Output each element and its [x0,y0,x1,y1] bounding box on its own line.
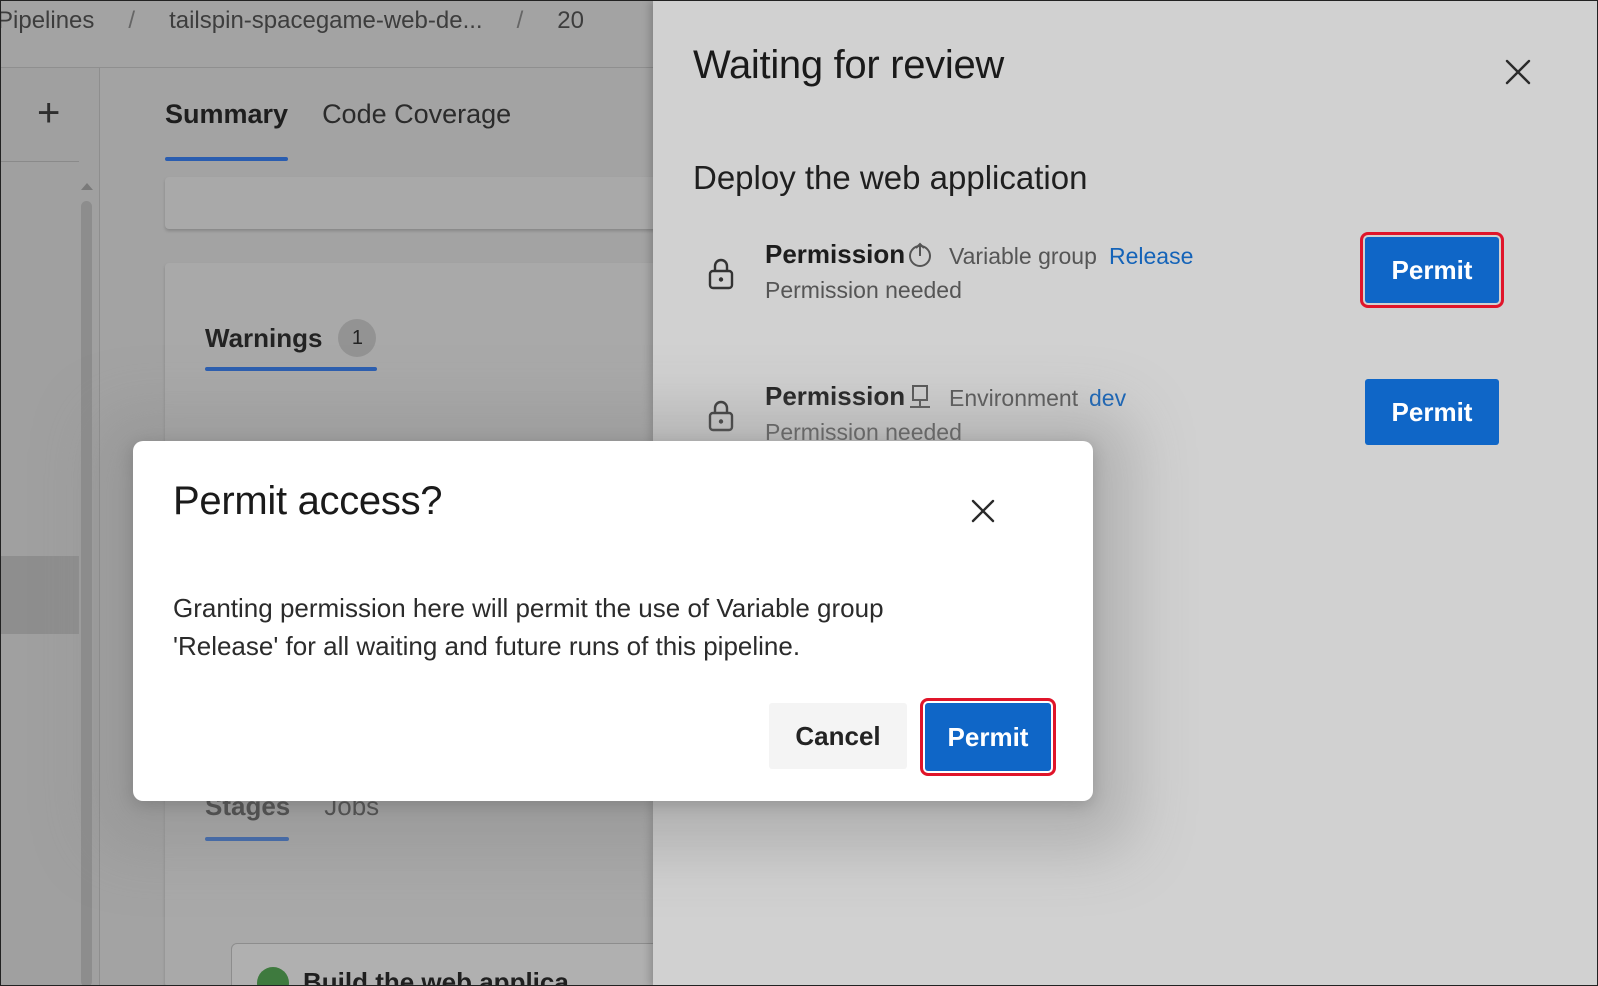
cancel-button[interactable]: Cancel [769,703,907,769]
run-tabs: Summary Code Coverage [165,99,511,161]
confirm-permit-button[interactable]: Permit [920,698,1056,776]
dialog-message: Granting permission here will permit the… [173,589,1013,665]
screen: Pipelines / tailspin-spacegame-web-de...… [0,0,1598,986]
lock-icon [708,258,734,290]
scroll-up-icon[interactable] [81,183,93,190]
close-icon[interactable] [969,497,997,525]
permit-variable-group-button[interactable]: Permit [1360,232,1504,308]
breadcrumb-pipeline-name[interactable]: tailspin-spacegame-web-de... [169,7,483,35]
tab-summary[interactable]: Summary [165,99,289,161]
permission-resource-link[interactable]: Release [1109,243,1193,270]
warnings-tab-indicator [205,367,377,371]
permit-access-dialog: Permit access? Granting permission here … [133,441,1093,801]
breadcrumb: Pipelines / tailspin-spacegame-web-de...… [1,1,584,41]
permission-title: Permission [765,381,906,411]
scrollbar[interactable] [81,201,92,985]
breadcrumb-run[interactable]: 20 [557,7,584,35]
permit-environment-button[interactable]: Permit [1365,379,1499,445]
warnings-count-badge: 1 [338,319,377,357]
add-icon[interactable]: + [37,93,60,133]
dialog-message-line: Granting permission here will permit the… [173,593,884,623]
tab-code-coverage[interactable]: Code Coverage [322,99,511,130]
breadcrumb-separator: / [516,7,524,34]
header-divider [1,67,661,68]
rail-divider [1,161,79,162]
panel-title: Waiting for review [693,43,1004,87]
dialog-message-line: 'Release' for all waiting and future run… [173,631,801,661]
breadcrumb-pipelines[interactable]: Pipelines [1,7,94,35]
permission-resource-link[interactable]: dev [1089,385,1126,412]
stage-name: Deploy the web application [693,159,1088,196]
close-icon[interactable] [1503,57,1533,87]
lock-icon [708,400,734,432]
permission-resource-type: Variable group [949,243,1097,269]
tab-warnings[interactable]: Warnings 1 [205,319,377,357]
environment-icon [910,385,930,408]
summary-card [165,177,685,229]
permission-title: Permission [765,239,906,269]
rail-selected-item[interactable] [1,556,79,634]
dialog-title: Permit access? [173,479,443,523]
permission-status: Permission needed [765,277,962,303]
warnings-label: Warnings [205,322,323,353]
variable-group-icon [909,242,931,267]
stage-title: Build the web applica [303,967,569,986]
permission-resource-type: Environment [949,385,1079,411]
breadcrumb-separator: / [128,7,136,34]
stages-tab-indicator [205,837,289,841]
